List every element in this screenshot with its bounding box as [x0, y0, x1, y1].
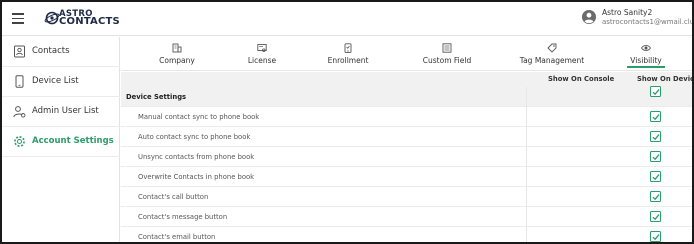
user-menu[interactable]: Astro Sanity2 astrocontacts1@wmail.club — [582, 8, 692, 30]
sidebar-item-device-list[interactable]: Device List — [2, 67, 120, 97]
checkmark-icon — [652, 134, 660, 141]
brand-line-2: CONTACTS — [59, 16, 120, 27]
top-bar: ASTRO CONTACTS Astro Sanity2 astrocontac… — [2, 2, 692, 36]
sidebar-item-label: Contacts — [32, 46, 70, 56]
table-row: Overwrite Contacts in phone book — [121, 167, 692, 187]
phone-icon — [15, 75, 24, 88]
column-header-show-on-device: Show On Device — [637, 75, 694, 83]
table-row: Unsync contacts from phone book — [121, 147, 692, 167]
tab-enrollment[interactable]: Enrollment — [311, 37, 385, 71]
row-label: Contact's message button — [138, 213, 228, 221]
column-header-show-on-console: Show On Console — [548, 75, 615, 83]
sidebar-item-account-settings[interactable]: Account Settings — [2, 127, 120, 157]
row-label: Contact's call button — [138, 193, 209, 201]
tab-label: License — [247, 56, 277, 65]
active-tab-indicator — [627, 66, 665, 68]
checkmark-icon — [652, 154, 660, 161]
show-on-device-checkbox[interactable] — [650, 131, 661, 142]
row-label: Contact's email button — [138, 233, 216, 241]
eye-icon — [641, 45, 651, 51]
sidebar-item-label: Admin User List — [32, 106, 99, 116]
brand-logo[interactable]: ASTRO CONTACTS — [44, 10, 122, 28]
show-on-device-checkbox[interactable] — [650, 86, 661, 97]
column-divider — [526, 107, 527, 127]
contact-card-icon — [14, 45, 25, 58]
settings-tabs: Company License Enrollment Custom Field … — [121, 37, 692, 71]
clipboard-phone-icon — [344, 43, 352, 53]
table-row: Auto contact sync to phone book — [121, 127, 692, 147]
show-on-device-checkbox[interactable] — [650, 171, 661, 182]
sidebar-item-label: Account Settings — [32, 136, 114, 146]
tab-label: Visibility — [630, 56, 662, 65]
table-row: Contact's call button — [121, 187, 692, 207]
row-label: Device Settings — [126, 93, 187, 101]
building-icon — [172, 43, 182, 53]
sidebar-item-admin-user-list[interactable]: Admin User List — [2, 97, 120, 127]
menu-icon[interactable] — [12, 13, 24, 24]
tab-label: Company — [159, 56, 195, 65]
row-label: Unsync contacts from phone book — [138, 153, 255, 161]
checkmark-icon — [652, 114, 660, 121]
gear-icon — [14, 136, 25, 147]
tab-label: Tag Management — [519, 56, 585, 65]
certificate-icon — [257, 44, 267, 52]
checkmark-icon — [652, 234, 660, 241]
show-on-device-checkbox[interactable] — [650, 111, 661, 122]
show-on-device-checkbox[interactable] — [650, 211, 661, 222]
tab-company[interactable]: Company — [135, 37, 219, 71]
tab-visibility[interactable]: Visibility — [627, 37, 665, 71]
sidebar-item-contacts[interactable]: Contacts — [2, 37, 120, 67]
column-divider — [526, 207, 527, 227]
column-divider — [526, 227, 527, 242]
user-avatar-icon — [582, 10, 596, 24]
form-icon — [442, 43, 452, 53]
section-row-device-settings: Device Settings — [121, 86, 692, 107]
tab-custom-field[interactable]: Custom Field — [405, 37, 489, 71]
app-window: ASTRO CONTACTS Astro Sanity2 astrocontac… — [0, 0, 694, 244]
checkmark-icon — [652, 174, 660, 181]
column-divider — [526, 87, 527, 107]
show-on-device-checkbox[interactable] — [650, 151, 661, 162]
column-divider — [526, 187, 527, 207]
sidebar-item-label: Device List — [32, 76, 79, 86]
admin-user-icon — [13, 106, 26, 118]
checkmark-icon — [652, 214, 660, 221]
user-email: astrocontacts1@wmail.club — [602, 18, 694, 26]
row-label: Auto contact sync to phone book — [138, 133, 251, 141]
table-row: Contact's email button — [121, 227, 692, 242]
column-divider — [526, 127, 527, 147]
column-divider — [526, 167, 527, 187]
astro-logo-icon — [44, 11, 60, 25]
table-row: Manual contact sync to phone book — [121, 107, 692, 127]
main-panel: Company License Enrollment Custom Field … — [121, 37, 692, 242]
tab-tag-management[interactable]: Tag Management — [513, 37, 591, 71]
user-name: Astro Sanity2 — [602, 8, 653, 17]
column-divider — [526, 147, 527, 167]
row-label: Manual contact sync to phone book — [138, 113, 260, 121]
show-on-device-checkbox[interactable] — [650, 231, 661, 242]
tab-label: Enrollment — [327, 56, 369, 65]
tab-license[interactable]: License — [225, 37, 299, 71]
tag-icon — [547, 43, 557, 53]
tab-label: Custom Field — [422, 56, 472, 65]
sidebar: Contacts Device List Admin User List Acc… — [2, 37, 120, 242]
checkmark-icon — [652, 194, 660, 201]
table-row: Contact's message button — [121, 207, 692, 227]
checkmark-icon — [652, 89, 660, 96]
show-on-device-checkbox[interactable] — [650, 191, 661, 202]
brand-name: ASTRO CONTACTS — [59, 10, 120, 27]
table-header: Show On Console Show On Device — [121, 72, 692, 87]
row-label: Overwrite Contacts in phone book — [138, 173, 255, 181]
